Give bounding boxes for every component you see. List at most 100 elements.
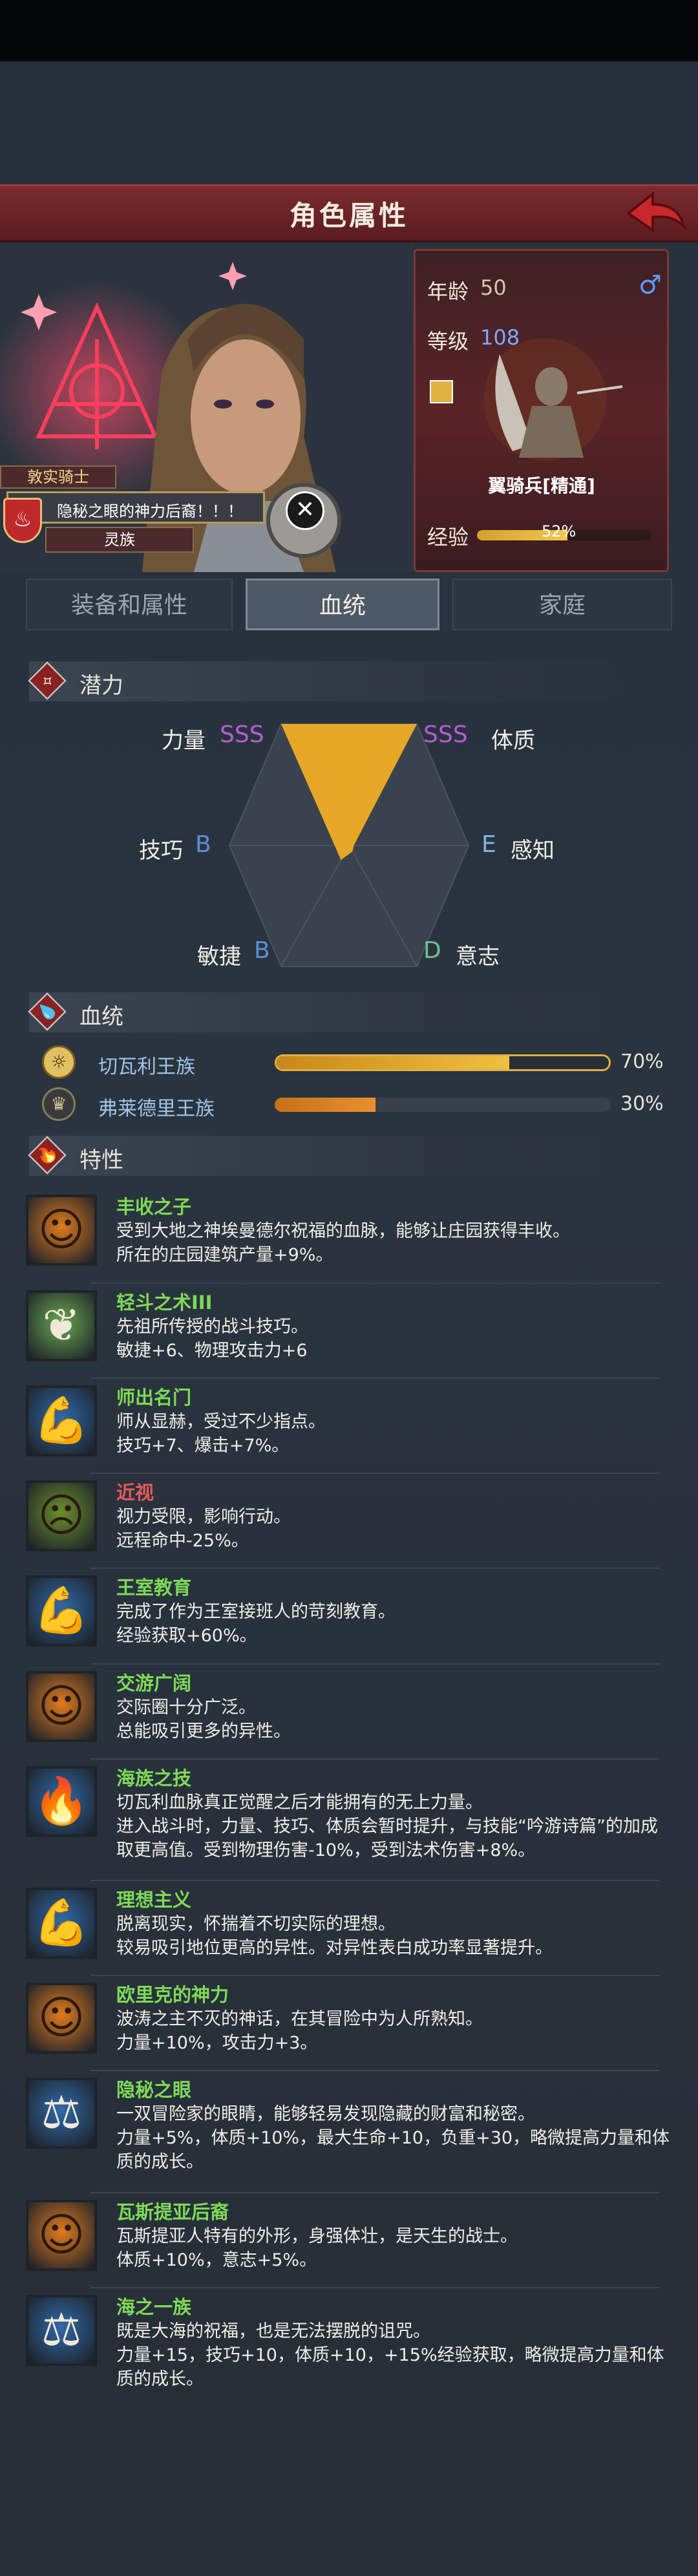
trait-name: 海族之技 [116,1767,192,1789]
trait-row[interactable]: ⚖ 海之一族 既是大海的祝福，也是无法摆脱的诅咒。 力量+15，技巧+10，体质+1… [26,2295,672,2389]
happy-face-icon: ☺ [26,2200,97,2271]
scales-icon: ⚖ [26,2078,97,2149]
trait-row[interactable]: ☺ 交游广阔 交际圈十分广泛。 总能吸引更多的异性。 [26,1671,672,1755]
trait-row[interactable]: ☺ 瓦斯提亚后裔 瓦斯提亚人特有的外形，身强体壮，是天生的战士。 体质+10%，意志… [26,2200,672,2284]
trait-row[interactable]: ❦ 轻斗之术III 先祖所传授的战斗技巧。 敏捷+6、物理攻击力+6 [26,1290,672,1374]
top-black-bar [0,0,698,61]
flame-icon: 🔥 [32,1140,62,1170]
trait-description: 先祖所传授的战斗技巧。 敏捷+6、物理攻击力+6 [116,1317,308,1361]
trait-row[interactable]: ☺ 丰收之子 受到大地之神埃曼德尔祝福的血脉，能够让庄园获得丰收。 所在的庄园建筑产… [26,1195,672,1279]
trait-row[interactable]: ☺ 欧里克的神力 波涛之主不灭的神话，在其冒险中为人所熟知。 力量+10%，攻击力+… [26,1983,672,2067]
unit-name-plate: 翼骑兵[精通] [454,472,629,498]
stat-strength-grade: SSS [220,721,264,748]
traits-title: 特性 [79,1147,123,1173]
tab-equipment[interactable]: 装备和属性 [26,579,233,630]
exp-value: 52% [542,522,576,540]
trait-description: 切瓦利血脉真正觉醒之后才能拥有的无上力量。 进入战斗时，力量、技巧、体质会暂时提… [116,1793,658,1860]
bloodline-crest-icon: ♛ [42,1087,76,1121]
trait-description: 一双冒险家的眼睛，能够轻易发现隐藏的财富和秘密。 力量+5%，体质+10%，最大… [116,2104,670,2172]
trait-name: 瓦斯提亚后裔 [116,2201,229,2223]
tab-bloodline[interactable]: 血统 [246,579,439,630]
trait-name: 欧里克的神力 [116,1984,229,2006]
trait-separator [90,1378,659,1379]
close-title-button[interactable]: ✕ [286,491,324,530]
exp-label: 经验 [427,525,469,549]
stat-agility-label: 敏捷 [197,944,241,970]
trait-separator [90,1568,659,1569]
trait-name: 王室教育 [116,1577,192,1599]
trait-row[interactable]: 🔥 海族之技切瓦利血脉真正觉醒之后才能拥有的无上力量。 进入战斗时，力量、技巧、体… [26,1766,672,1860]
trait-description: 视力受限，影响行动。 远程命中-25%。 [116,1507,291,1551]
flame-icon: 🔥 [26,1766,97,1837]
trait-name: 理想主义 [116,1889,192,1911]
title-ribbon: 隐秘之眼的神力后裔！！！ [6,491,265,524]
potential-title: 潜力 [79,673,123,699]
character-portrait-panel: 敦实骑士 隐秘之眼的神力后裔！！！ ♨ 灵族 ✕ [0,242,414,572]
bloodline-percent: 30% [620,1092,664,1115]
bloodline-bar [275,1054,611,1071]
bloodline-percent: 70% [620,1050,664,1073]
sad-face-icon: ☹ [26,1480,97,1551]
stat-perception-label: 感知 [511,838,555,864]
trait-separator [90,2287,659,2288]
bloodline-crest-icon: ☼ [42,1045,76,1079]
trait-description: 受到大地之神埃曼德尔祝福的血脉，能够让庄园获得丰收。 所在的庄园建筑产量+9%。 [116,1221,570,1265]
trait-name: 隐秘之眼 [116,2079,192,2101]
tab-family[interactable]: 家庭 [452,579,672,630]
trait-name: 近视 [116,1482,154,1504]
race-badge: 灵族 [45,527,194,553]
traits-header: 🔥 特性 [28,1136,637,1176]
potential-glyph-icon: ⟡ [36,670,58,692]
stat-will-label: 意志 [456,944,500,970]
stat-perception-grade: E [481,831,496,858]
stat-constitution-label: 体质 [491,728,535,754]
trait-separator [90,1283,659,1284]
bloodline-bar-fill [277,1056,509,1069]
trait-row[interactable]: 💪 师出名门 师从显赫，受过不少指点。 技巧+7、爆击+7%。 [26,1385,672,1469]
trait-description: 波涛之主不灭的神话，在其冒险中为人所熟知。 力量+10%，攻击力+3。 [116,2009,483,2053]
trait-name: 丰收之子 [116,1196,192,1218]
rank-label: 敦实骑士 [27,468,89,486]
bloodline-bar [275,1098,611,1112]
trait-separator [90,1663,659,1665]
bloodline-header: 💧 血统 [28,992,637,1032]
male-icon: ♂ [639,270,662,300]
bloodline-name: 弗莱德里王族 [98,1098,215,1120]
trait-name: 海之一族 [116,2296,192,2318]
trait-row[interactable]: 💪 王室教育 完成了作为王室接班人的苛刻教育。 经验获取+60%。 [26,1575,672,1659]
trait-separator [90,2070,659,2071]
back-arrow-icon [626,191,686,233]
blood-drop-icon: 💧 [32,997,62,1027]
stat-skill-grade: B [195,831,211,858]
bloodline-title: 血统 [79,1004,123,1030]
trait-description: 完成了作为王室接班人的苛刻教育。 经验获取+60%。 [116,1602,396,1646]
trait-row[interactable]: 💪 理想主义脱离现实，怀揣着不切实际的理想。 较易吸引地位更高的异性。对异性表白成… [26,1888,672,1972]
trait-description: 交际圈十分广泛。 总能吸引更多的异性。 [116,1698,291,1741]
scales-icon: ⚖ [26,2295,97,2366]
rank-badge: 敦实骑士 [0,465,116,489]
stat-strength-label: 力量 [162,728,206,754]
trait-description: 脱离现实，怀揣着不切实际的理想。 较易吸引地位更高的异性。对异性表白成功率显著提… [116,1914,553,1958]
potential-hex-chart [228,723,470,967]
unit-name: 翼骑兵[精通] [488,475,595,496]
trait-name: 交游广阔 [116,1672,192,1694]
unit-type-icon [430,380,453,403]
trait-separator [90,2192,659,2193]
faction-shield-icon: ♨ [3,498,42,543]
trait-description: 师从显赫，受过不少指点。 技巧+7、爆击+7%。 [116,1412,326,1456]
bloodline-name: 切瓦利王族 [98,1056,195,1078]
unit-info-card: 年龄 50 ♂ 等级 108 翼骑兵[精通] 经验 52% [414,249,669,572]
bloodline-bar-fill [275,1098,375,1112]
race-label: 灵族 [104,531,135,549]
trait-row[interactable]: ⚖ 隐秘之眼一双冒险家的眼睛，能够轻易发现隐藏的财富和秘密。 力量+5%，体质+1… [26,2078,672,2172]
trait-row[interactable]: ☹ 近视视力受限，影响行动。 远程命中-25%。 [26,1480,672,1564]
back-button[interactable] [620,187,692,239]
trait-separator [90,1473,659,1474]
flexed-arm-icon: 💪 [26,1385,97,1456]
bloodline-row: ☼ 切瓦利王族 70% [39,1045,672,1081]
trait-separator [90,1880,659,1881]
trait-separator [90,1975,659,1976]
potential-header: ⟡ 潜力 [28,661,637,701]
flexed-arm-icon: 💪 [26,1888,97,1959]
winged-hussar-portrait [483,338,623,461]
